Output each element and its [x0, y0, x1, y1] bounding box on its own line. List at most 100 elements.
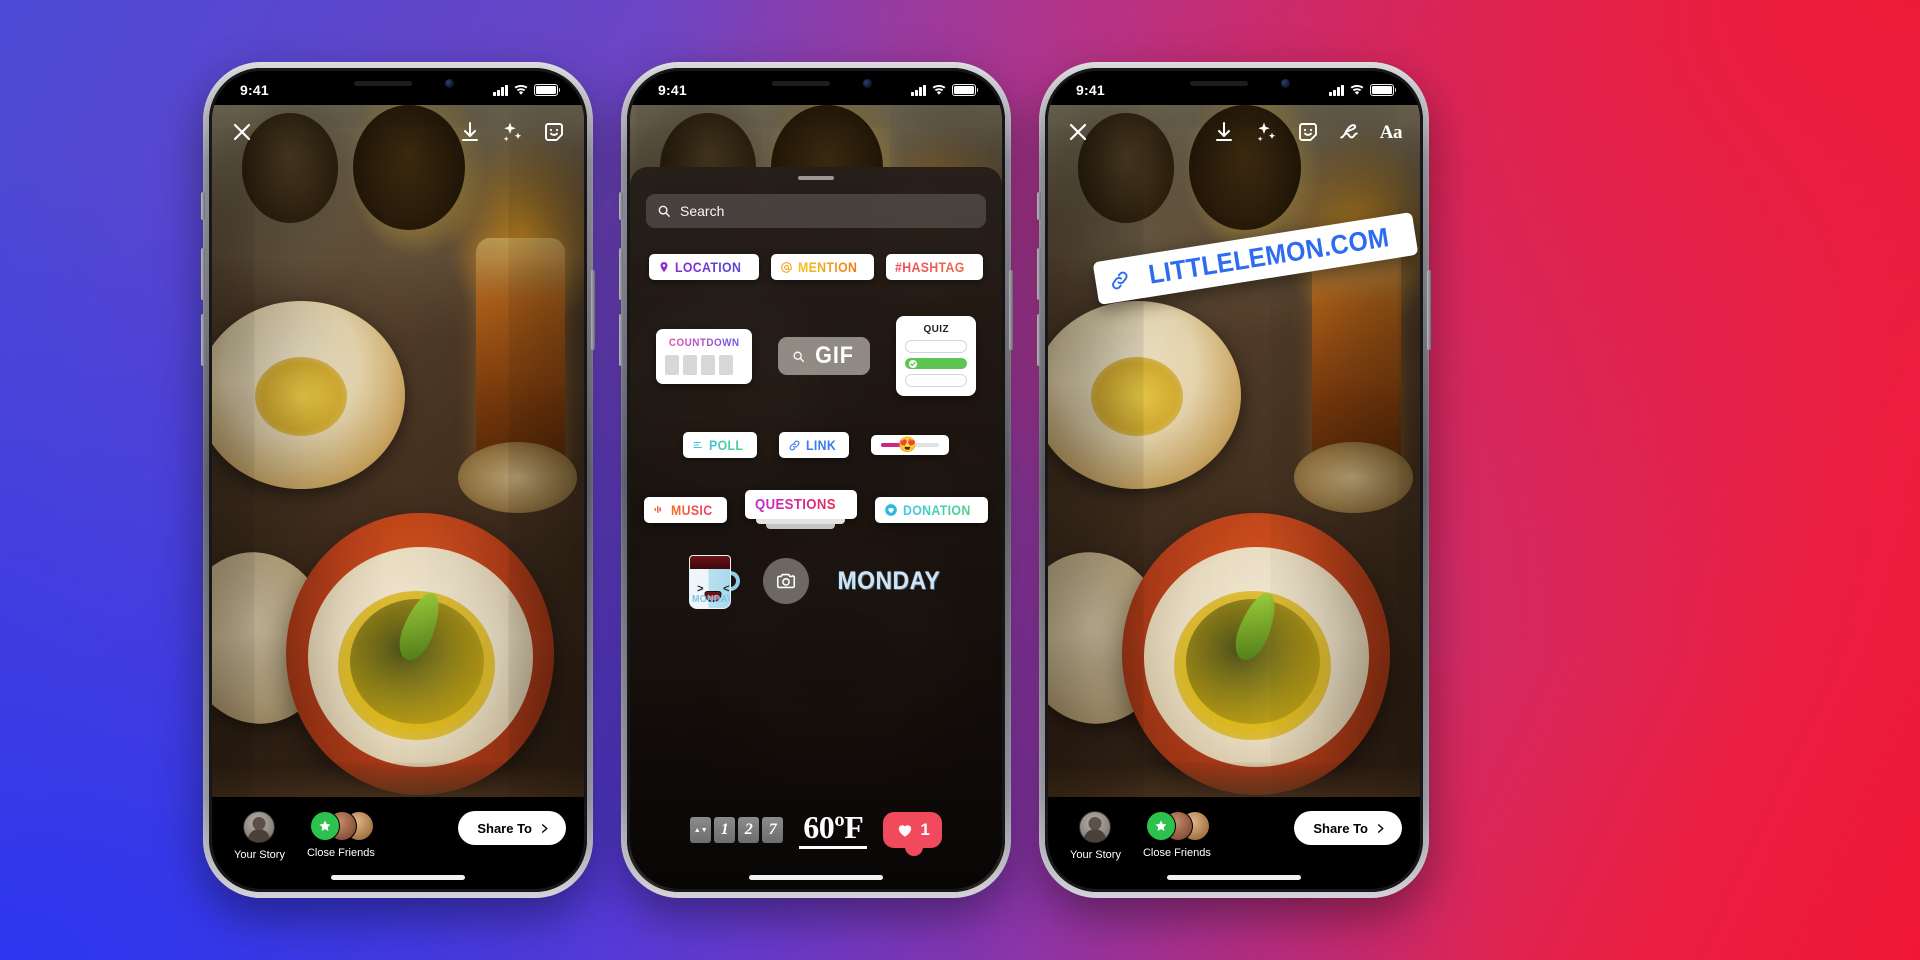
camera-icon	[777, 573, 796, 589]
share-to-label: Share To	[1313, 820, 1368, 836]
sticker-location[interactable]: LOCATION	[648, 254, 759, 280]
close-friends-option[interactable]: Close Friends	[1143, 811, 1211, 859]
battery-icon	[952, 83, 979, 97]
sticker-poll[interactable]: POLL	[682, 432, 757, 458]
notch	[1154, 71, 1314, 98]
sticker-camera[interactable]	[763, 558, 810, 604]
sticker-donation[interactable]: DONATION	[874, 496, 989, 523]
text-tool-icon[interactable]: Aa	[1380, 123, 1403, 142]
close-friends-option[interactable]: Close Friends	[307, 811, 375, 859]
cellular-bars-icon	[1329, 84, 1344, 96]
mug-label: MONDAY	[692, 594, 732, 605]
sticker-donation-label: DONATION	[902, 501, 971, 518]
sticker-link-label: LINK	[805, 437, 836, 453]
home-indicator[interactable]	[331, 875, 465, 880]
drag-handle[interactable]	[798, 176, 834, 180]
your-story-option[interactable]: Your Story	[1070, 811, 1121, 861]
sticker-link[interactable]: LINK	[778, 432, 850, 458]
status-clock: 9:41	[1076, 82, 1105, 98]
chain-link-icon	[1111, 271, 1128, 289]
sticker-emoji-slider[interactable]: 😍	[871, 435, 950, 455]
sticker-monday-text[interactable]: MONDAY	[838, 568, 941, 594]
close-icon[interactable]	[230, 120, 254, 144]
counter-digit-2: 2	[738, 817, 760, 843]
volume-down-button[interactable]	[1037, 314, 1041, 366]
sticker-music[interactable]: MUSIC	[643, 496, 727, 523]
wifi-icon	[513, 82, 529, 98]
download-icon[interactable]	[1212, 120, 1236, 144]
close-friends-label: Close Friends	[306, 847, 375, 859]
sticker-quiz-label: QUIZ	[923, 324, 949, 335]
power-button[interactable]	[1009, 270, 1013, 350]
sticker-temperature[interactable]: 60ºF	[799, 811, 868, 849]
counter-digit-3: 7	[762, 817, 784, 843]
volume-down-button[interactable]	[201, 314, 205, 366]
quiz-option-3	[905, 374, 968, 387]
sticker-countdown[interactable]: COUNTDOWN	[655, 328, 753, 384]
search-placeholder: Search	[680, 203, 725, 219]
close-friends-label: Close Friends	[1142, 847, 1211, 859]
squiggle-draw-icon[interactable]	[1338, 120, 1362, 144]
sticker-like[interactable]: 1	[883, 812, 942, 856]
power-button[interactable]	[591, 270, 595, 350]
sticker-smiley-icon[interactable]	[1296, 120, 1320, 144]
sticker-quiz[interactable]: QUIZ	[896, 316, 977, 396]
share-to-label: Share To	[477, 820, 532, 836]
volume-up-button[interactable]	[619, 248, 623, 300]
power-button[interactable]	[1427, 270, 1431, 350]
sticker-mention[interactable]: MENTION	[770, 254, 875, 280]
chain-link-icon	[789, 440, 800, 450]
story-photo	[212, 105, 584, 889]
sticker-smiley-icon[interactable]	[542, 120, 566, 144]
screenshot-stage: 9:41 Your Story Close Friends Share To S…	[0, 0, 1920, 960]
status-clock: 9:41	[658, 82, 687, 98]
mute-switch[interactable]	[201, 192, 205, 220]
front-camera	[863, 79, 872, 88]
wifi-icon	[1349, 82, 1365, 98]
mute-switch[interactable]	[619, 192, 623, 220]
sparkles-icon[interactable]	[1254, 120, 1278, 144]
avatar	[1079, 811, 1112, 843]
sticker-music-label: MUSIC	[670, 501, 713, 518]
sticker-tray: Search LOCATION MENTION #HASHTAG COUNTDO…	[630, 167, 1002, 889]
close-friends-badge	[1145, 811, 1176, 841]
download-icon[interactable]	[458, 120, 482, 144]
mute-switch[interactable]	[1037, 192, 1041, 220]
your-story-option[interactable]: Your Story	[234, 811, 285, 861]
home-indicator[interactable]	[749, 875, 883, 880]
quiz-option-2-selected	[905, 358, 968, 369]
chevron-right-icon	[541, 823, 548, 833]
star-icon	[319, 820, 331, 831]
sparkles-icon[interactable]	[500, 120, 524, 144]
quiz-option-1	[905, 340, 968, 353]
notch	[736, 71, 896, 98]
share-to-button[interactable]: Share To	[458, 811, 566, 845]
phone-mockup-1: 9:41 Your Story Close Friends Share To	[201, 62, 595, 898]
sticker-hashtag[interactable]: #HASHTAG	[886, 254, 984, 280]
share-to-button[interactable]: Share To	[1294, 811, 1402, 845]
mug-coffee	[690, 556, 731, 569]
search-input[interactable]: Search	[646, 194, 986, 228]
phone-screen-2: Search LOCATION MENTION #HASHTAG COUNTDO…	[630, 71, 1002, 889]
battery-icon	[534, 83, 561, 97]
slider-emoji: 😍	[898, 436, 918, 454]
phone-screen-1: 9:41 Your Story Close Friends Share To	[212, 71, 584, 889]
sticker-gif[interactable]: GIF	[778, 337, 871, 375]
story-toolbar: Aa	[1048, 115, 1420, 149]
volume-up-button[interactable]	[1037, 248, 1041, 300]
volume-up-button[interactable]	[201, 248, 205, 300]
sticker-counter[interactable]: ▲▼ 1 2 7	[690, 817, 784, 843]
sticker-monday-mug[interactable]: > > MONDAY	[687, 551, 741, 611]
like-count: 1	[920, 820, 930, 839]
battery-icon	[1370, 83, 1397, 97]
volume-down-button[interactable]	[619, 314, 623, 366]
close-icon[interactable]	[1066, 120, 1090, 144]
your-story-label: Your Story	[1070, 849, 1121, 861]
equalizer-icon	[654, 505, 661, 514]
check-icon	[909, 359, 918, 368]
earpiece-speaker	[354, 81, 412, 86]
home-indicator[interactable]	[1167, 875, 1301, 880]
chevron-right-icon	[1377, 823, 1384, 833]
pin-icon	[660, 262, 668, 272]
sticker-questions[interactable]: QUESTIONS	[744, 490, 857, 529]
